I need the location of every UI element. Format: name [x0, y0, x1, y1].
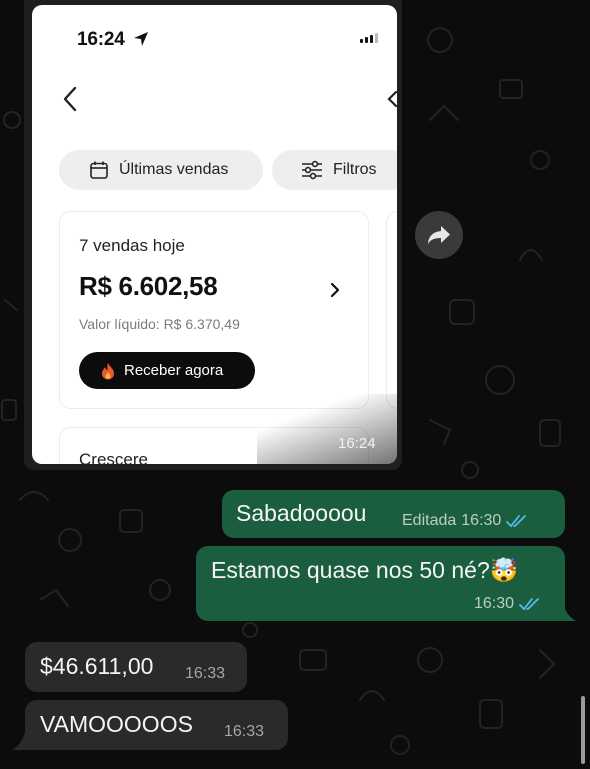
message-time: 16:33	[185, 665, 226, 682]
chevron-right-icon[interactable]	[330, 282, 340, 298]
sliders-icon	[302, 160, 322, 180]
scroll-indicator[interactable]	[581, 696, 585, 764]
calendar-icon	[90, 161, 108, 179]
phone-status-time: 16:24	[77, 29, 125, 50]
sales-count: 7 vendas hoje	[79, 236, 185, 255]
fire-icon	[102, 362, 114, 379]
receber-agora-button[interactable]: Receber agora	[79, 352, 255, 389]
filtros-label: Filtros	[333, 161, 377, 178]
location-arrow-icon	[134, 32, 148, 46]
image-message-time: 16:24	[338, 435, 376, 452]
double-check-icon	[519, 598, 539, 611]
incoming-message[interactable]: $46.611,00 16:33	[25, 642, 247, 692]
filtros-button[interactable]: Filtros	[272, 150, 397, 190]
bubble-tail	[563, 603, 576, 621]
sales-amount: R$ 6.602,58	[79, 271, 218, 301]
message-text: Sabadoooou	[236, 500, 367, 526]
forward-arrow-icon	[428, 226, 450, 244]
message-time: 16:30	[474, 595, 515, 612]
back-chevron-icon[interactable]	[62, 85, 78, 113]
message-text: Estamos quase nos 50 né?🤯	[211, 557, 519, 583]
signal-icon	[360, 33, 378, 43]
receber-agora-label: Receber agora	[124, 362, 224, 379]
incoming-message[interactable]: VAMOOOOOS 16:33	[25, 700, 288, 750]
sales-summary-card[interactable]: 7 vendas hoje R$ 6.602,58 Valor líquido:…	[59, 211, 369, 409]
message-time: 16:30	[461, 512, 502, 529]
next-card-peek	[386, 211, 397, 409]
message-meta: 16:30	[474, 595, 541, 613]
message-time: 16:33	[224, 723, 265, 740]
double-check-icon	[506, 515, 527, 528]
ultimas-vendas-filter[interactable]: Últimas vendas	[59, 150, 263, 190]
message-text: $46.611,00	[40, 653, 154, 679]
edited-label: Editada	[402, 512, 457, 529]
message-meta: Editada 16:30	[402, 512, 528, 530]
forward-button[interactable]	[415, 211, 463, 259]
chevron-left-icon	[387, 90, 397, 108]
net-value: Valor líquido: R$ 6.370,49	[79, 316, 240, 332]
ultimas-vendas-label: Últimas vendas	[119, 161, 229, 178]
outgoing-message[interactable]: Estamos quase nos 50 né?🤯 16:30	[196, 546, 565, 621]
timestamp-shade	[257, 394, 397, 464]
shared-screenshot[interactable]: 16:24 Últimas vendas Filtros 7 vendas ho…	[32, 5, 397, 464]
outgoing-message[interactable]: Sabadoooou Editada 16:30	[222, 490, 565, 538]
crescere-title: Crescere	[79, 450, 148, 464]
message-text: VAMOOOOOS	[40, 711, 193, 737]
bubble-tail	[12, 732, 25, 750]
